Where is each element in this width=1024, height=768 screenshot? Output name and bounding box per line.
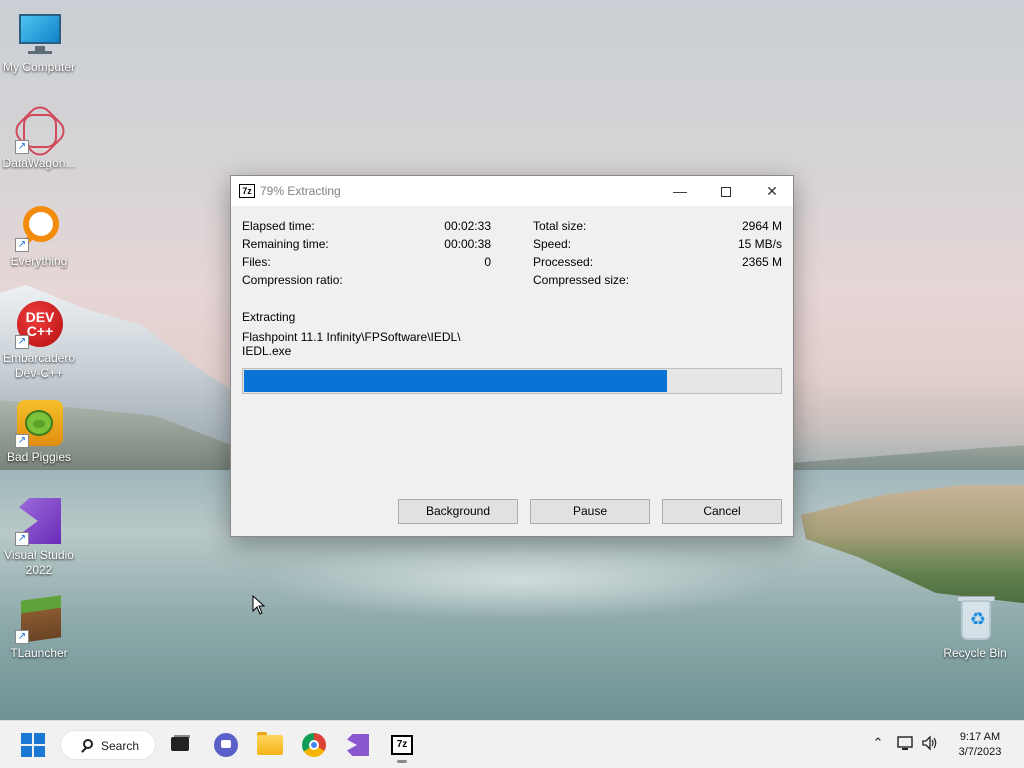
close-button[interactable]: ✕: [749, 176, 795, 206]
search-label: Search: [101, 739, 140, 753]
maximize-icon: [721, 187, 731, 198]
devcpp-icon: DEV C++ ↗: [15, 301, 63, 349]
processed-value: 2365 M: [741, 255, 782, 269]
desktop-icon-recycle-bin[interactable]: ♻ Recycle Bin: [936, 596, 1014, 661]
shortcut-arrow-icon: ↗: [15, 532, 29, 546]
shortcut-arrow-icon: ↗: [15, 630, 29, 644]
taskbar-clock[interactable]: 9:17 AM 3/7/2023: [946, 730, 1014, 760]
recycle-bin-icon: ♻: [951, 596, 999, 644]
shortcut-arrow-icon: ↗: [15, 238, 29, 252]
speed-label: Speed:: [533, 237, 572, 251]
close-icon: ✕: [766, 183, 778, 199]
windows-logo-icon: [21, 733, 45, 757]
mouse-cursor-icon: [252, 595, 266, 615]
desktop-icon-label: Recycle Bin: [943, 646, 1007, 660]
background-button[interactable]: Background: [398, 499, 518, 524]
taskbar-7zip[interactable]: 7z: [386, 729, 418, 763]
desktop-icon-tlauncher[interactable]: ↗ TLauncher: [0, 595, 78, 661]
chevron-up-icon: ⌃: [872, 735, 884, 750]
visual-studio-icon: ↗: [15, 498, 63, 546]
files-label: Files:: [242, 255, 271, 269]
remaining-time-value: 00:00:38: [444, 237, 491, 251]
shortcut-arrow-icon: ↗: [15, 335, 29, 349]
status-label: Extracting: [242, 310, 296, 324]
volume-button[interactable]: [920, 735, 940, 755]
minimize-icon: —: [673, 183, 687, 199]
files-value: 0: [484, 255, 491, 269]
visual-studio-icon: [347, 734, 369, 756]
file-path-line-2: IEDL.exe: [242, 344, 292, 358]
taskbar-file-explorer[interactable]: [254, 729, 286, 761]
desktop-icon-label: Visual Studio 2022: [4, 548, 74, 577]
clock-date: 3/7/2023: [958, 746, 1002, 758]
total-size-label: Total size:: [533, 219, 587, 233]
taskbar-search-box[interactable]: Search: [60, 730, 156, 760]
wallpaper-lake-reflection: [260, 540, 780, 620]
7zip-app-icon: 7z: [239, 184, 255, 198]
progress-bar: [242, 368, 782, 394]
desktop-icon-visual-studio[interactable]: ↗ Visual Studio 2022: [0, 498, 78, 578]
computer-icon: [15, 10, 63, 58]
desktop-icon-label: DataWagon...: [2, 156, 76, 170]
taskbar: Search 7z ⌃ 9:17 AM 3/7/2023: [0, 720, 1024, 768]
show-hidden-icons-button[interactable]: ⌃: [868, 735, 888, 755]
taskbar-task-view[interactable]: [164, 729, 196, 761]
taskbar-chrome[interactable]: [298, 729, 330, 761]
pause-button[interactable]: Pause: [530, 499, 650, 524]
elapsed-time-label: Elapsed time:: [242, 219, 315, 233]
network-button[interactable]: [896, 735, 916, 755]
clock-time: 9:17 AM: [959, 731, 1001, 743]
desktop-icon-label: Everything: [10, 254, 68, 268]
taskbar-visual-studio[interactable]: [342, 729, 374, 761]
desktop-icon-label: TLauncher: [10, 646, 68, 660]
taskbar-chat[interactable]: [210, 729, 242, 761]
shortcut-arrow-icon: ↗: [15, 434, 29, 448]
elapsed-time-value: 00:02:33: [444, 219, 491, 233]
maximize-button[interactable]: [703, 176, 749, 206]
minimize-button[interactable]: —: [657, 176, 703, 206]
total-size-value: 2964 M: [741, 219, 782, 233]
7zip-icon: 7z: [391, 735, 413, 755]
start-button[interactable]: [17, 729, 49, 761]
current-file-path: Flashpoint 11.1 Infinity\FPSoftware\IEDL…: [242, 330, 461, 358]
desktop-icon-everything[interactable]: ↗ Everything: [0, 204, 78, 269]
tlauncher-icon: ↗: [15, 595, 63, 644]
progress-bar-fill: [244, 370, 667, 392]
desktop-icon-label: Embarcadero Dev-C++: [2, 351, 76, 380]
cancel-button[interactable]: Cancel: [662, 499, 782, 524]
active-app-indicator: [397, 760, 407, 763]
everything-search-icon: ↗: [15, 204, 63, 252]
desktop-icon-datawagon[interactable]: ↗ DataWagon...: [0, 101, 78, 171]
speed-value: 15 MB/s: [737, 237, 782, 251]
folder-icon: [257, 735, 283, 755]
desktop-icon-bad-piggies[interactable]: ↗ Bad Piggies: [0, 400, 78, 465]
speaker-icon: [922, 735, 937, 751]
processed-label: Processed:: [533, 255, 594, 269]
dialog-title: 79% Extracting: [260, 184, 341, 198]
network-icon: [897, 736, 913, 750]
shortcut-arrow-icon: ↗: [15, 140, 29, 154]
desktop-icon-label: Bad Piggies: [6, 450, 72, 464]
dialog-titlebar[interactable]: 7z 79% Extracting — ✕: [231, 176, 793, 206]
datawagon-icon: ↗: [10, 101, 70, 161]
extraction-dialog: 7z 79% Extracting — ✕ Elapsed time: 00:0…: [230, 175, 794, 537]
desktop-icon-label: My Computer: [2, 60, 76, 74]
file-path-line-1: Flashpoint 11.1 Infinity\FPSoftware\IEDL…: [242, 330, 461, 344]
task-view-icon: [171, 737, 189, 751]
remaining-time-label: Remaining time:: [242, 237, 329, 251]
desktop-icon-my-computer[interactable]: My Computer: [0, 10, 78, 75]
bad-piggies-icon: ↗: [15, 400, 63, 448]
compressed-size-label: Compressed size:: [533, 273, 630, 287]
compression-ratio-label: Compression ratio:: [242, 273, 343, 287]
desktop-icon-devcpp[interactable]: DEV C++ ↗ Embarcadero Dev-C++: [0, 301, 78, 381]
